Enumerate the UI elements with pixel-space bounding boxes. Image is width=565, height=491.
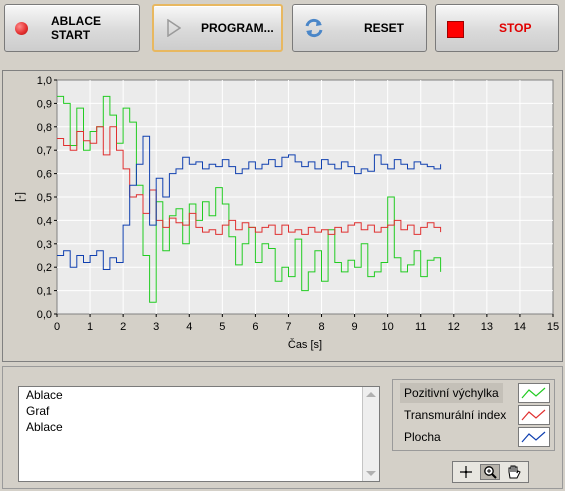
list-item-label: Ablace (26, 388, 63, 402)
program-label: PROGRAM... (201, 21, 274, 35)
y-tick-label: 0,3 (37, 239, 52, 251)
y-tick-label: 0,6 (37, 169, 52, 181)
list-item[interactable]: Ablace (19, 387, 362, 403)
y-axis-label: [-] (14, 192, 26, 202)
y-tick-label: 0,8 (37, 122, 52, 134)
y-tick-label: 0,9 (37, 98, 52, 110)
legend-item[interactable]: Transmurální index (397, 405, 552, 425)
x-tick-label: 4 (186, 321, 192, 333)
chart-svg[interactable]: 0,00,10,20,30,40,50,60,70,80,91,00 1 2 3 4 5 6… (3, 71, 562, 361)
x-tick-label: 6 (252, 321, 258, 333)
reset-button[interactable]: RESET (292, 4, 427, 52)
legend-item[interactable]: Plocha (397, 427, 552, 447)
scroll-up-arrow-icon[interactable] (366, 392, 376, 397)
refresh-arrows-icon (303, 17, 325, 42)
play-triangle-icon (167, 18, 182, 40)
scroll-down-arrow-icon[interactable] (366, 471, 376, 476)
y-tick-label: 0,2 (37, 262, 52, 274)
x-axis-label: Čas [s] (288, 338, 322, 351)
legend-swatch[interactable] (518, 405, 550, 425)
x-tick-label: 3 (153, 321, 159, 333)
ablation-start-button[interactable]: ABLACE START (4, 4, 140, 52)
legend-swatch[interactable] (518, 427, 550, 447)
legend-label: Plocha (404, 430, 441, 444)
x-tick-label: 15 (547, 321, 559, 333)
y-tick-label: 0,0 (37, 309, 52, 321)
legend-item[interactable]: Pozitivní výchylka (397, 383, 552, 403)
x-tick-label: 5 (219, 321, 225, 333)
listbox[interactable]: Ablace Graf Ablace (18, 386, 380, 482)
listbox-scrollbar[interactable] (362, 387, 379, 481)
y-tick-label: 0,1 (37, 286, 52, 298)
x-tick-label: 12 (448, 321, 460, 333)
stop-label: STOP (499, 21, 532, 35)
x-tick-label: 9 (352, 321, 358, 333)
program-button[interactable]: PROGRAM... (152, 4, 283, 52)
list-item-label: Ablace (26, 420, 63, 434)
red-circle-icon (15, 22, 28, 35)
ablation-start-label: ABLACE START (51, 14, 101, 42)
graph-palette (452, 461, 529, 483)
x-tick-label: 8 (318, 321, 324, 333)
stop-button[interactable]: STOP (435, 4, 559, 52)
y-tick-label: 0,4 (37, 215, 52, 227)
list-item-label: Graf (26, 404, 50, 418)
waveform-graph: 0,0 0,1 0,2 0,3 0,4 0,5 0,6 0,7 0,8 0,9 1,0 0 1 2 3 4 5 6… (2, 70, 563, 362)
list-item[interactable]: Graf (19, 403, 362, 419)
x-tick-label: 11 (415, 321, 426, 333)
x-tick-label: 7 (285, 321, 291, 333)
legend-label: Pozitivní výchylka (400, 383, 503, 403)
plot-legend: Pozitivní výchylka Transmurální index Pl… (392, 379, 555, 451)
y-tick-label: 0,7 (37, 145, 52, 157)
reset-label: RESET (364, 21, 405, 35)
red-square-icon (447, 21, 464, 38)
x-tick-label: 13 (481, 321, 493, 333)
y-tick-label: 1,0 (37, 75, 52, 87)
x-tick-label: 2 (120, 321, 126, 333)
x-tick-label: 1 (87, 321, 93, 333)
x-tick-label: 14 (514, 321, 526, 333)
x-tick-label: 0 (54, 321, 60, 333)
x-tick-label: 10 (382, 321, 394, 333)
list-item[interactable]: Ablace (19, 419, 362, 435)
y-tick-label: 0,5 (37, 192, 52, 204)
pan-hand-icon[interactable] (504, 464, 524, 480)
crosshair-icon[interactable] (456, 464, 476, 480)
zoom-magnifier-icon[interactable] (480, 464, 500, 480)
legend-label: Transmurální index (404, 408, 507, 422)
legend-swatch[interactable] (518, 383, 550, 403)
